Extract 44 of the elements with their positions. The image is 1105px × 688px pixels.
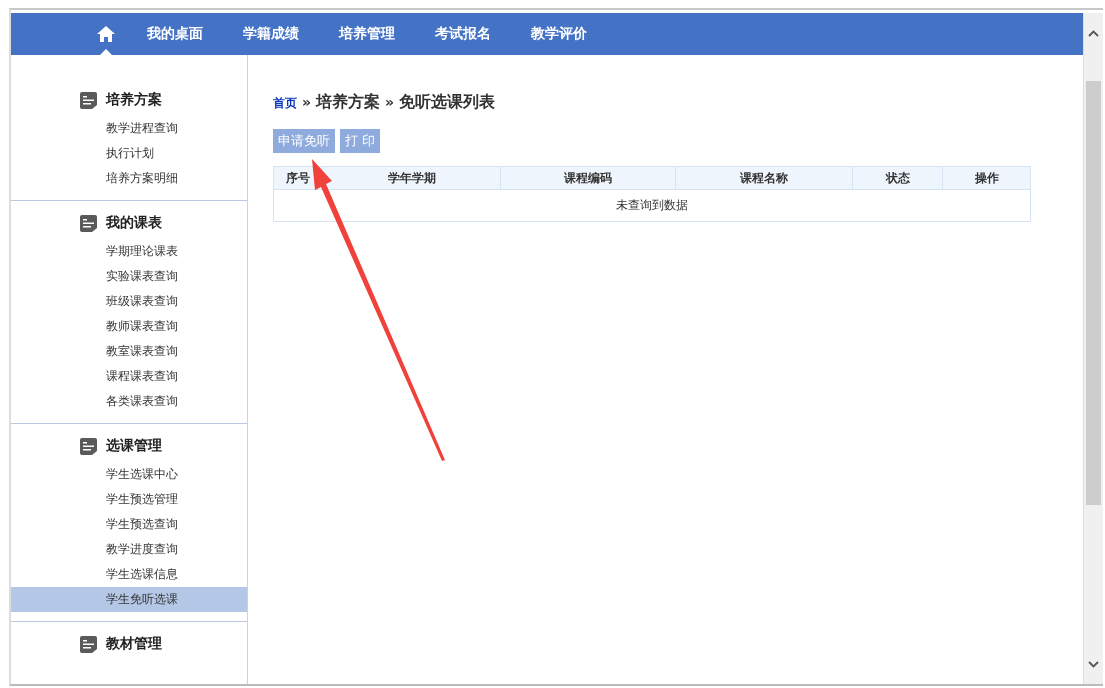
nav-tab[interactable]: 培养管理 [319, 13, 415, 55]
sidebar-item[interactable]: 学生预选管理 [11, 487, 247, 512]
sidebar-item[interactable]: 学生选课中心 [11, 462, 247, 487]
nav-tab[interactable]: 学籍成绩 [223, 13, 319, 55]
breadcrumb-separator: » [302, 94, 312, 110]
sidebar-item[interactable]: 学生选课信息 [11, 562, 247, 587]
breadcrumb-item: 免听选课列表 [399, 92, 496, 113]
document-list-icon [80, 437, 97, 455]
sidebar-item[interactable]: 学生免听选课 [11, 587, 247, 612]
document-list-icon [80, 635, 97, 653]
scroll-up-icon[interactable] [1088, 29, 1099, 37]
column-header: 状态 [852, 166, 943, 190]
menu-group-title: 教材管理 [106, 635, 162, 653]
active-pointer [100, 49, 112, 55]
document-list-icon [80, 214, 97, 232]
nav-tab[interactable]: 教学评价 [511, 13, 607, 55]
column-header: 操作 [942, 166, 1031, 190]
nav-tab[interactable]: 考试报名 [415, 13, 511, 55]
sidebar-item[interactable]: 学期理论课表 [11, 239, 247, 264]
sidebar-item[interactable]: 教室课表查询 [11, 339, 247, 364]
sidebar-item[interactable]: 课程课表查询 [11, 364, 247, 389]
sidebar-item[interactable]: 各类课表查询 [11, 389, 247, 414]
menu-group-title: 选课管理 [106, 437, 162, 455]
scroll-down-icon[interactable] [1088, 660, 1099, 668]
breadcrumb-item: 培养方案 [316, 92, 381, 113]
sidebar-item[interactable]: 执行计划 [11, 141, 247, 166]
column-header: 学年学期 [322, 166, 501, 190]
sidebar-item[interactable]: 学生预选查询 [11, 512, 247, 537]
menu-group-title: 培养方案 [106, 91, 162, 109]
column-header: 课程编码 [500, 166, 676, 190]
sidebar-item[interactable]: 班级课表查询 [11, 289, 247, 314]
sidebar-item[interactable]: 教学进程查询 [11, 116, 247, 141]
sidebar-item[interactable]: 教师课表查询 [11, 314, 247, 339]
column-header: 课程名称 [675, 166, 853, 190]
sidebar-item[interactable]: 教学进度查询 [11, 537, 247, 562]
nav-tab[interactable]: 我的桌面 [127, 13, 223, 55]
sidebar-item[interactable]: 培养方案明细 [11, 166, 247, 191]
home-link[interactable]: 首页 [273, 95, 297, 112]
home-icon [97, 26, 115, 42]
breadcrumb-separator: » [385, 94, 395, 110]
scrollbar-thumb[interactable] [1086, 81, 1101, 505]
sidebar-item[interactable]: 实验课表查询 [11, 264, 247, 289]
document-list-icon [80, 91, 97, 109]
menu-group-title: 我的课表 [106, 214, 162, 232]
